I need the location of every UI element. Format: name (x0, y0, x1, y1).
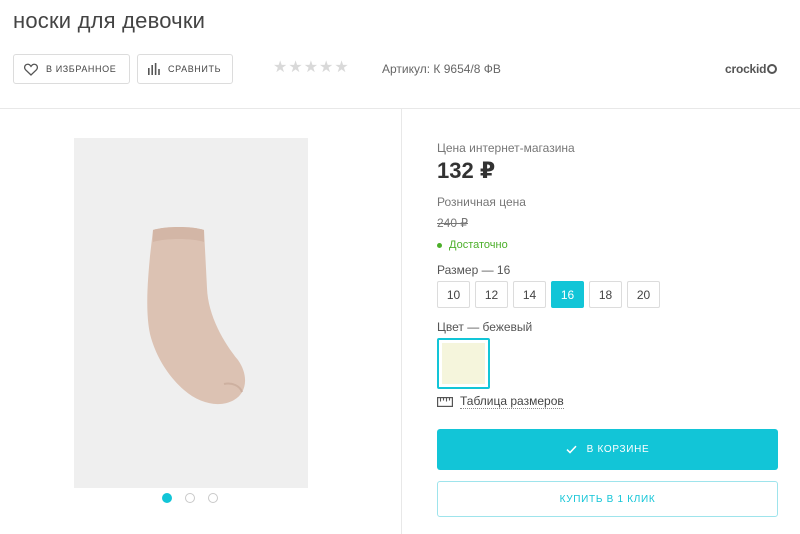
add-to-cart-button[interactable]: В КОРЗИНЕ (437, 429, 778, 470)
header-divider (0, 108, 800, 109)
gallery-dot[interactable] (162, 493, 172, 503)
size-option[interactable]: 10 (437, 281, 470, 308)
star-icon[interactable]: ★ (273, 59, 287, 77)
size-table-label: Таблица размеров (460, 394, 564, 409)
product-photo[interactable] (74, 138, 308, 488)
online-price: 132 ₽ (437, 158, 496, 183)
color-swatch[interactable] (437, 338, 490, 389)
gallery-pagination (162, 493, 218, 503)
stock-status-text: Достаточно (449, 239, 508, 251)
cart-label: В КОРЗИНЕ (586, 444, 650, 455)
star-icon[interactable]: ★ (334, 59, 348, 77)
favorites-label: В ИЗБРАННОЕ (46, 64, 117, 74)
article-number: Артикул: К 9654/8 ФВ (382, 62, 501, 76)
stock-dot-icon (437, 242, 442, 248)
color-label: Цвет — бежевый (437, 320, 533, 334)
size-label: Размер — 16 (437, 263, 511, 277)
ruler-icon (437, 396, 453, 407)
check-icon (566, 445, 577, 454)
size-option[interactable]: 14 (513, 281, 546, 308)
compare-button[interactable]: СРАВНИТЬ (137, 54, 233, 84)
online-price-label: Цена интернет-магазина (437, 141, 575, 155)
compare-label: СРАВНИТЬ (168, 64, 222, 74)
retail-price: 240 ₽ (437, 216, 468, 230)
size-selector: 10 12 14 16 18 20 (437, 281, 660, 308)
heart-icon (24, 63, 38, 76)
product-title: носки для девочки (13, 8, 206, 33)
brand-mark-icon (767, 64, 778, 74)
retail-price-label: Розничная цена (437, 195, 526, 209)
column-divider (401, 109, 402, 534)
size-table-link[interactable]: Таблица размеров (437, 394, 564, 409)
buy-one-click-button[interactable]: КУПИТЬ В 1 КЛИК (437, 481, 778, 517)
stock-status: Достаточно (437, 239, 508, 251)
brand-logo[interactable]: crockid (725, 62, 778, 76)
size-option-selected[interactable]: 16 (551, 281, 584, 308)
size-option[interactable]: 12 (475, 281, 508, 308)
gallery-dot[interactable] (185, 493, 195, 503)
bars-chart-icon (148, 63, 160, 75)
star-icon[interactable]: ★ (319, 59, 333, 77)
size-option[interactable]: 18 (589, 281, 622, 308)
size-option[interactable]: 20 (627, 281, 660, 308)
add-to-favorites-button[interactable]: В ИЗБРАННОЕ (13, 54, 130, 84)
brand-name: crockid (725, 62, 767, 76)
color-swatch-fill (442, 343, 485, 384)
rating-stars[interactable]: ★ ★ ★ ★ ★ (273, 59, 349, 77)
star-icon[interactable]: ★ (304, 59, 318, 77)
gallery-dot[interactable] (208, 493, 218, 503)
star-icon[interactable]: ★ (288, 59, 302, 77)
sock-image (147, 227, 246, 405)
